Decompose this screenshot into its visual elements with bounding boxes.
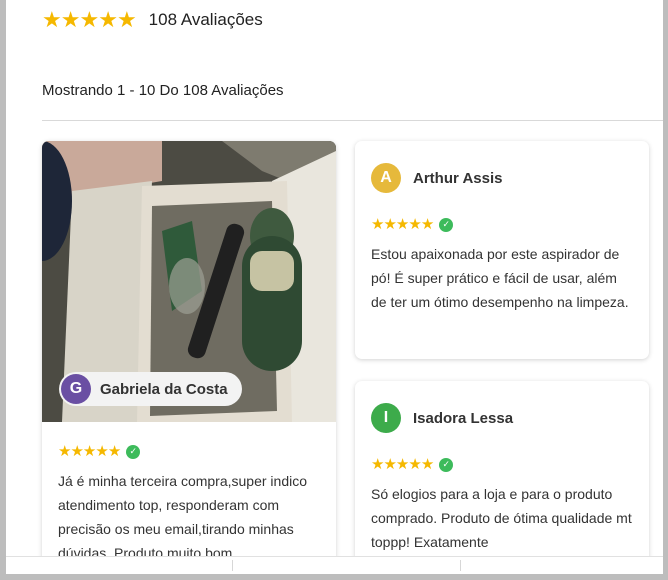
rating-row: ★ ★ ★ ★ ★ ✓ <box>58 444 320 459</box>
review-header: I Isadora Lessa <box>355 381 649 433</box>
star-icon: ★ <box>107 443 121 460</box>
star-icon: ★ <box>408 456 421 473</box>
review-body: ★ ★ ★ ★ ★ ✓ Estou apaixonada por este as… <box>355 193 649 314</box>
star-icon: ★ <box>420 216 434 233</box>
star-icon: ★ <box>395 216 409 233</box>
reviewer-name: Isadora Lessa <box>413 409 514 427</box>
star-icon: ★ <box>95 443 108 460</box>
verified-check-icon: ✓ <box>439 217 454 232</box>
rating-row: ★ ★ ★ ★ ★ ✓ <box>371 457 633 472</box>
star-icon: ★ <box>42 7 62 32</box>
star-icon: ★ <box>98 7 118 32</box>
review-count: 108 Avaliações <box>148 10 263 29</box>
summary-stars: ★ ★ ★ ★ ★ <box>42 7 137 32</box>
star-icon: ★ <box>371 456 384 473</box>
star-icon: ★ <box>70 443 83 460</box>
reviewer-name: Arthur Assis <box>413 169 503 187</box>
divider <box>460 560 461 571</box>
reviewer-name: Gabriela da Costa <box>100 380 228 398</box>
avatar: G <box>61 374 91 404</box>
star-icon: ★ <box>116 7 137 32</box>
star-icon: ★ <box>371 216 384 233</box>
review-card-photo[interactable]: G Gabriela da Costa ★ ★ ★ ★ ★ ✓ Já é min… <box>42 141 336 574</box>
star-icon: ★ <box>58 443 71 460</box>
review-header: A Arthur Assis <box>355 141 649 193</box>
verified-check-icon: ✓ <box>439 457 454 472</box>
star-icon: ★ <box>60 7 81 32</box>
review-stars: ★ ★ ★ ★ ★ <box>58 443 121 460</box>
review-text: Estou apaixonada por este aspirador de p… <box>371 246 629 310</box>
review-body: ★ ★ ★ ★ ★ ✓ Só elogios para a loja e par… <box>355 433 649 554</box>
divider <box>232 560 233 571</box>
star-icon: ★ <box>383 456 396 473</box>
divider <box>42 120 663 121</box>
avatar: I <box>371 403 401 433</box>
showing-label: Mostrando 1 - 10 Do 108 Avaliações <box>42 82 284 99</box>
rating-summary: ★ ★ ★ ★ ★ 108 Avaliações <box>42 9 263 31</box>
rating-row: ★ ★ ★ ★ ★ ✓ <box>371 217 633 232</box>
star-icon: ★ <box>395 456 409 473</box>
review-photo[interactable]: G Gabriela da Costa <box>42 141 336 422</box>
bottom-bar <box>6 556 663 574</box>
star-icon: ★ <box>420 456 434 473</box>
review-card[interactable]: A Arthur Assis ★ ★ ★ ★ ★ ✓ Estou apaixon… <box>355 141 649 359</box>
review-body: ★ ★ ★ ★ ★ ✓ Já é minha terceira compra,s… <box>42 422 336 565</box>
star-icon: ★ <box>408 216 421 233</box>
review-stars: ★ ★ ★ ★ ★ <box>371 216 434 233</box>
reviews-section: ★ ★ ★ ★ ★ 108 Avaliações Mostrando 1 - 1… <box>6 0 663 574</box>
star-icon: ★ <box>82 443 96 460</box>
reviewer-pill: G Gabriela da Costa <box>59 372 242 406</box>
verified-check-icon: ✓ <box>126 444 141 459</box>
review-stars: ★ ★ ★ ★ ★ <box>371 456 434 473</box>
avatar: A <box>371 163 401 193</box>
star-icon: ★ <box>79 7 99 32</box>
review-text: Só elogios para a loja e para o produto … <box>371 486 632 550</box>
review-card[interactable]: I Isadora Lessa ★ ★ ★ ★ ★ ✓ Só elogios p… <box>355 381 649 574</box>
review-text: Já é minha terceira compra,super indico … <box>58 473 308 561</box>
star-icon: ★ <box>383 216 396 233</box>
